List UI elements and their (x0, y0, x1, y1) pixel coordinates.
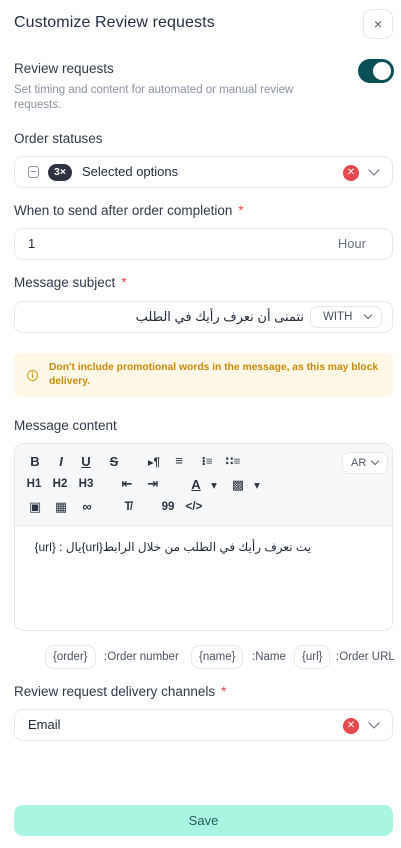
with-variable-button[interactable]: WITH (310, 306, 382, 328)
selected-count-chip: 3× (48, 164, 72, 181)
channels-select[interactable]: Email ✕ (14, 709, 393, 741)
code-button[interactable]: </> (185, 501, 203, 513)
image-icon[interactable]: ▣ (26, 499, 44, 515)
text-color-caret-icon[interactable]: ▾ (205, 478, 223, 492)
message-content-text[interactable]: يت نعرف رأيك في الطلب من خلال الرابط{url… (34, 540, 311, 554)
with-label: WITH (323, 311, 353, 323)
clear-format-icon[interactable]: T̸ (119, 501, 137, 513)
chevron-down-icon (368, 164, 380, 176)
order-statuses-select[interactable]: 3× Selected options ✕ (14, 156, 393, 188)
ordered-list-icon[interactable]: ⁝≡ (198, 454, 216, 468)
clear-selection-icon[interactable]: ✕ (343, 718, 359, 734)
subject-input[interactable]: نتمنى أن نعرف رأيك في الطلب WITH (14, 301, 393, 333)
channels-label-text: Review request delivery channels (14, 684, 216, 699)
strikethrough-button[interactable]: S (105, 454, 123, 469)
subject-label: Message subject * (14, 275, 127, 290)
outdent-icon[interactable]: ⇤ (118, 476, 136, 492)
quote-button[interactable]: 99 (159, 501, 177, 513)
channels-label: Review request delivery channels * (14, 684, 226, 699)
language-select[interactable]: AR (342, 452, 388, 474)
underline-button[interactable]: U (77, 454, 95, 469)
bold-button[interactable]: B (26, 454, 44, 469)
page-title: Customize Review requests (14, 14, 215, 31)
required-mark: * (238, 203, 244, 218)
indent-icon[interactable]: ⇥ (144, 476, 162, 492)
language-value: AR (351, 457, 367, 469)
required-mark: * (121, 275, 127, 290)
timing-unit: Hour (337, 236, 366, 251)
video-icon[interactable]: ▦ (52, 499, 70, 515)
variable-name-label: :Name (252, 651, 286, 663)
variable-order-label: :Order number (104, 651, 179, 663)
timing-value: 1 (28, 236, 36, 251)
timing-label: When to send after order completion * (14, 203, 244, 218)
text-color-icon[interactable]: A (187, 477, 205, 492)
warning-text: Don't include promotional words in the m… (49, 362, 379, 387)
toggle-knob (373, 62, 391, 80)
heading-1-button[interactable]: H1 (25, 478, 43, 490)
clear-selection-icon[interactable]: ✕ (343, 165, 359, 181)
chevron-down-icon (370, 456, 380, 466)
variable-order-chip[interactable]: {order} (45, 645, 96, 669)
close-button[interactable]: × (363, 9, 393, 39)
close-icon: × (373, 16, 383, 32)
timing-label-text: When to send after order completion (14, 203, 233, 218)
link-icon[interactable]: ∞ (78, 499, 96, 514)
timing-input[interactable]: 1 Hour (14, 228, 393, 260)
subject-value: نتمنى أن نعرف رأيك في الطلب (135, 309, 304, 324)
editor-toolbar: B I U S ▸¶ ≡ ⁝≡ ∷≡ H1 H2 H3 ⇤ ⇥ A ▾ ▩ ▾ … (15, 444, 392, 526)
text-direction-icon[interactable]: ▸¶ (145, 455, 163, 469)
heading-2-button[interactable]: H2 (51, 478, 69, 490)
save-button[interactable]: Save (14, 805, 393, 836)
modal-header: Customize Review requests × (14, 9, 393, 40)
highlight-caret-icon[interactable]: ▾ (248, 478, 266, 492)
bullet-list-icon[interactable]: ∷≡ (224, 454, 242, 468)
order-statuses-value: Selected options (82, 164, 179, 179)
warning-banner: i Don't include promotional words in the… (14, 353, 393, 397)
review-requests-toggle[interactable] (358, 59, 394, 83)
italic-button[interactable]: I (52, 454, 70, 469)
chevron-down-icon (363, 310, 373, 320)
channels-value: Email (28, 717, 61, 732)
highlight-icon[interactable]: ▩ (229, 477, 247, 493)
content-label: Message content (14, 418, 117, 433)
message-editor[interactable]: B I U S ▸¶ ≡ ⁝≡ ∷≡ H1 H2 H3 ⇤ ⇥ A ▾ ▩ ▾ … (14, 443, 393, 631)
info-icon: i (27, 370, 38, 381)
list-icon (28, 166, 39, 178)
required-mark: * (221, 684, 227, 699)
variable-url-label: :Order URL (336, 651, 395, 663)
variable-url-chip[interactable]: {url} (294, 645, 331, 669)
review-requests-label: Review requests (14, 61, 114, 76)
align-left-icon[interactable]: ≡ (170, 453, 188, 468)
variable-name-chip[interactable]: {name} (191, 645, 244, 669)
heading-3-button[interactable]: H3 (77, 478, 95, 490)
review-requests-description: Set timing and content for automated or … (14, 84, 294, 111)
order-statuses-label: Order statuses (14, 131, 103, 146)
chevron-down-icon (368, 717, 380, 729)
subject-label-text: Message subject (14, 275, 116, 290)
